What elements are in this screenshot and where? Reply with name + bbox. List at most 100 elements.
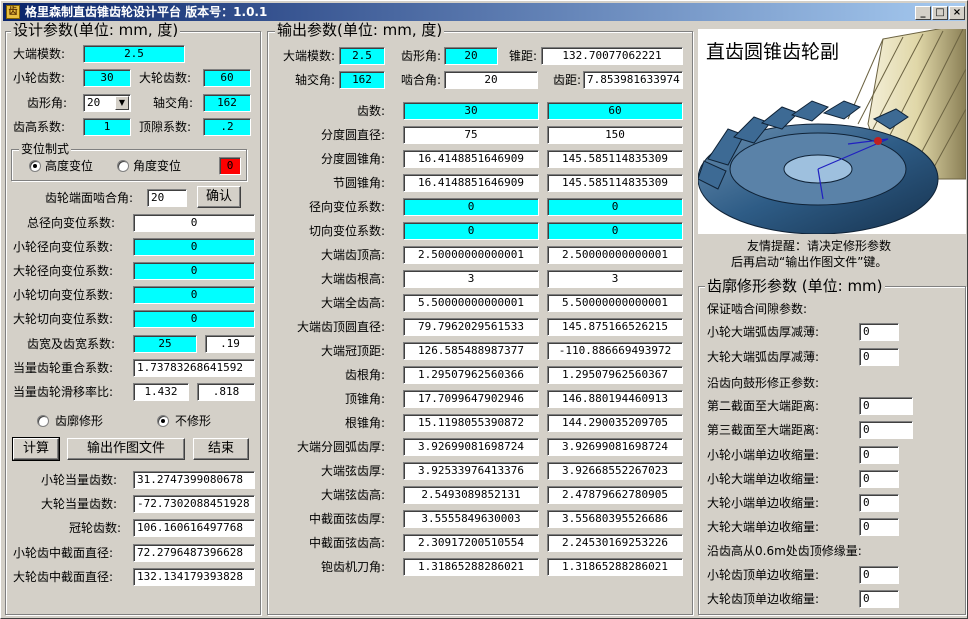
profile-item-label: 大轮齿顶单边收缩量: <box>707 592 820 606</box>
gear-value: 3.92668552267023 <box>547 462 683 480</box>
gear-value: 150 <box>547 126 683 144</box>
profile-item-input[interactable]: 0 <box>859 446 899 464</box>
title-bar[interactable]: 齿 格里森制直齿锥齿轮设计平台 版本号：1.0.1 _ □ × <box>3 3 965 21</box>
minimize-button[interactable]: _ <box>915 6 931 20</box>
gear-value: -110.886669493972 <box>547 342 683 360</box>
module-input[interactable]: 2.5 <box>83 45 185 63</box>
output-row-label: 中截面弦齿高: <box>308 536 385 550</box>
gear-shape <box>698 100 939 234</box>
profile-item-input[interactable]: 0 <box>859 470 899 488</box>
face-width-input[interactable]: 25 <box>133 335 197 353</box>
output-row-label: 切向变位系数: <box>308 224 385 238</box>
confirm-button[interactable]: 确认 <box>197 186 241 208</box>
gear-value: 0 <box>547 198 683 216</box>
pinion-value: 3.92533976413376 <box>403 462 539 480</box>
pinion-virtual-teeth-label: 小轮当量齿数: <box>41 473 118 487</box>
out-module-label: 大端模数: <box>282 49 335 63</box>
preview-title: 直齿圆锥齿轮副 <box>706 41 840 63</box>
out-shaft-angle-label: 轴交角: <box>294 73 335 87</box>
height-shift-label: 高度变位 <box>45 159 94 173</box>
no-mod-radio[interactable] <box>157 415 169 427</box>
profile-mod-radio[interactable] <box>37 415 49 427</box>
pinion-value: 75 <box>403 126 539 144</box>
app-window: 齿 格里森制直齿锥齿轮设计平台 版本号：1.0.1 _ □ × 设计参数(单位:… <box>0 0 968 619</box>
cone-distance-label: 锥距: <box>508 49 537 63</box>
gear-tangential-shift-input[interactable]: 0 <box>133 310 255 328</box>
pinion-value: 126.585488987377 <box>403 342 539 360</box>
addendum-coef-label: 齿高系数: <box>13 120 66 134</box>
profile-item-input[interactable]: 0 <box>859 518 899 536</box>
calculate-button[interactable]: 计算 <box>12 437 60 461</box>
output-row-label: 根锥角: <box>344 416 385 430</box>
gear-value: 146.880194460913 <box>547 390 683 408</box>
gear-radial-shift-label: 大轮径向变位系数: <box>13 264 114 278</box>
gear-virtual-teeth-label: 大轮当量齿数: <box>41 497 118 511</box>
profile-item-label: 小轮大端弧齿厚减薄: <box>707 325 820 339</box>
pinion-value: 15.1198055390872 <box>403 414 539 432</box>
shaft-angle-label: 轴交角: <box>153 96 194 110</box>
gear-radial-shift-input[interactable]: 0 <box>133 262 255 280</box>
profile-item-label: 大轮大端单边收缩量: <box>707 520 820 534</box>
pinion-virtual-teeth-value: 31.2747399080678 <box>133 471 255 489</box>
contact-ratio-label: 当量齿轮重合系数: <box>13 361 114 375</box>
gear-preview-image: 直齿圆锥齿轮副 <box>698 29 966 234</box>
angle-shift-radio[interactable] <box>117 160 129 172</box>
gear-virtual-teeth-value: -72.7302088451928 <box>133 495 255 513</box>
window-title: 格里森制直齿锥齿轮设计平台 版本号：1.0.1 <box>25 5 268 19</box>
pitch-label: 齿距: <box>552 73 581 87</box>
clearance-coef-input[interactable]: .2 <box>203 118 251 136</box>
gear-value: 0 <box>547 222 683 240</box>
gear-value: 144.290035209705 <box>547 414 683 432</box>
tip-line-2: 后再启动“输出作图文件”键。 <box>731 255 888 269</box>
mesh-angle-label: 啮合角: <box>400 73 441 87</box>
pinion-value: 2.50000000000001 <box>403 246 539 264</box>
height-shift-radio[interactable] <box>29 160 41 172</box>
maximize-button[interactable]: □ <box>932 6 948 20</box>
gear-tangential-shift-label: 大轮切向变位系数: <box>13 312 114 326</box>
profile-item-input[interactable]: 0 <box>859 566 899 584</box>
face-width-coef-input[interactable]: .19 <box>205 335 255 353</box>
shaft-angle-input[interactable]: 162 <box>203 94 251 112</box>
gear-value: 3.92699081698724 <box>547 438 683 456</box>
pinion-radial-shift-input[interactable]: 0 <box>133 238 255 256</box>
gear-value: 145.875166526215 <box>547 318 683 336</box>
profile-item-input[interactable]: 0 <box>859 348 899 366</box>
gear-mid-diameter-value: 132.134179393828 <box>133 568 255 586</box>
profile-item-input[interactable]: 0 <box>859 323 899 341</box>
profile-item-input[interactable]: 0 <box>859 590 899 608</box>
export-drawing-button[interactable]: 输出作图文件 <box>67 438 185 460</box>
pinion-teeth-label: 小轮齿数: <box>13 71 66 85</box>
slide-ratio-label: 当量齿轮滑移率比: <box>13 385 114 399</box>
pinion-teeth-input[interactable]: 30 <box>83 69 131 87</box>
close-button[interactable]: × <box>949 6 965 20</box>
pinion-value: 0 <box>403 198 539 216</box>
profile-item-input[interactable]: 0 <box>859 494 899 512</box>
gear-value: 3 <box>547 270 683 288</box>
profile-item-input[interactable]: 0 <box>859 421 913 439</box>
pressure-angle-value: 20 <box>87 96 101 109</box>
contact-ratio-value: 1.73783268641592 <box>133 359 255 377</box>
face-width-label: 齿宽及齿宽系数: <box>27 337 116 351</box>
output-row-label: 齿根角: <box>344 368 385 382</box>
gear-value: 5.50000000000001 <box>547 294 683 312</box>
total-shift-input[interactable]: 0 <box>133 214 255 232</box>
profile-mod-label: 齿廓修形 <box>55 414 104 428</box>
profile-item-input[interactable]: 0 <box>859 397 913 415</box>
mesh-angle-value: 20 <box>444 71 538 89</box>
gear-teeth-input[interactable]: 60 <box>203 69 251 87</box>
pinion-value: 3.5555849630003 <box>403 510 539 528</box>
pinion-value: 79.7962029561533 <box>403 318 539 336</box>
app-icon: 齿 <box>6 5 20 19</box>
exit-button[interactable]: 结束 <box>193 438 249 460</box>
pressure-angle-label: 齿形角: <box>27 96 68 110</box>
gear-value: 2.47879662780905 <box>547 486 683 504</box>
gear-value: 60 <box>547 102 683 120</box>
out-alpha-value: 20 <box>444 47 498 65</box>
gear-value: 3.55680395526686 <box>547 510 683 528</box>
out-module-value: 2.5 <box>339 47 385 65</box>
chevron-down-icon[interactable]: ▼ <box>115 96 129 110</box>
gear-teeth-label: 大轮齿数: <box>139 71 192 85</box>
end-pressure-input[interactable]: 20 <box>147 189 187 207</box>
pinion-tangential-shift-input[interactable]: 0 <box>133 286 255 304</box>
addendum-coef-input[interactable]: 1 <box>83 118 131 136</box>
